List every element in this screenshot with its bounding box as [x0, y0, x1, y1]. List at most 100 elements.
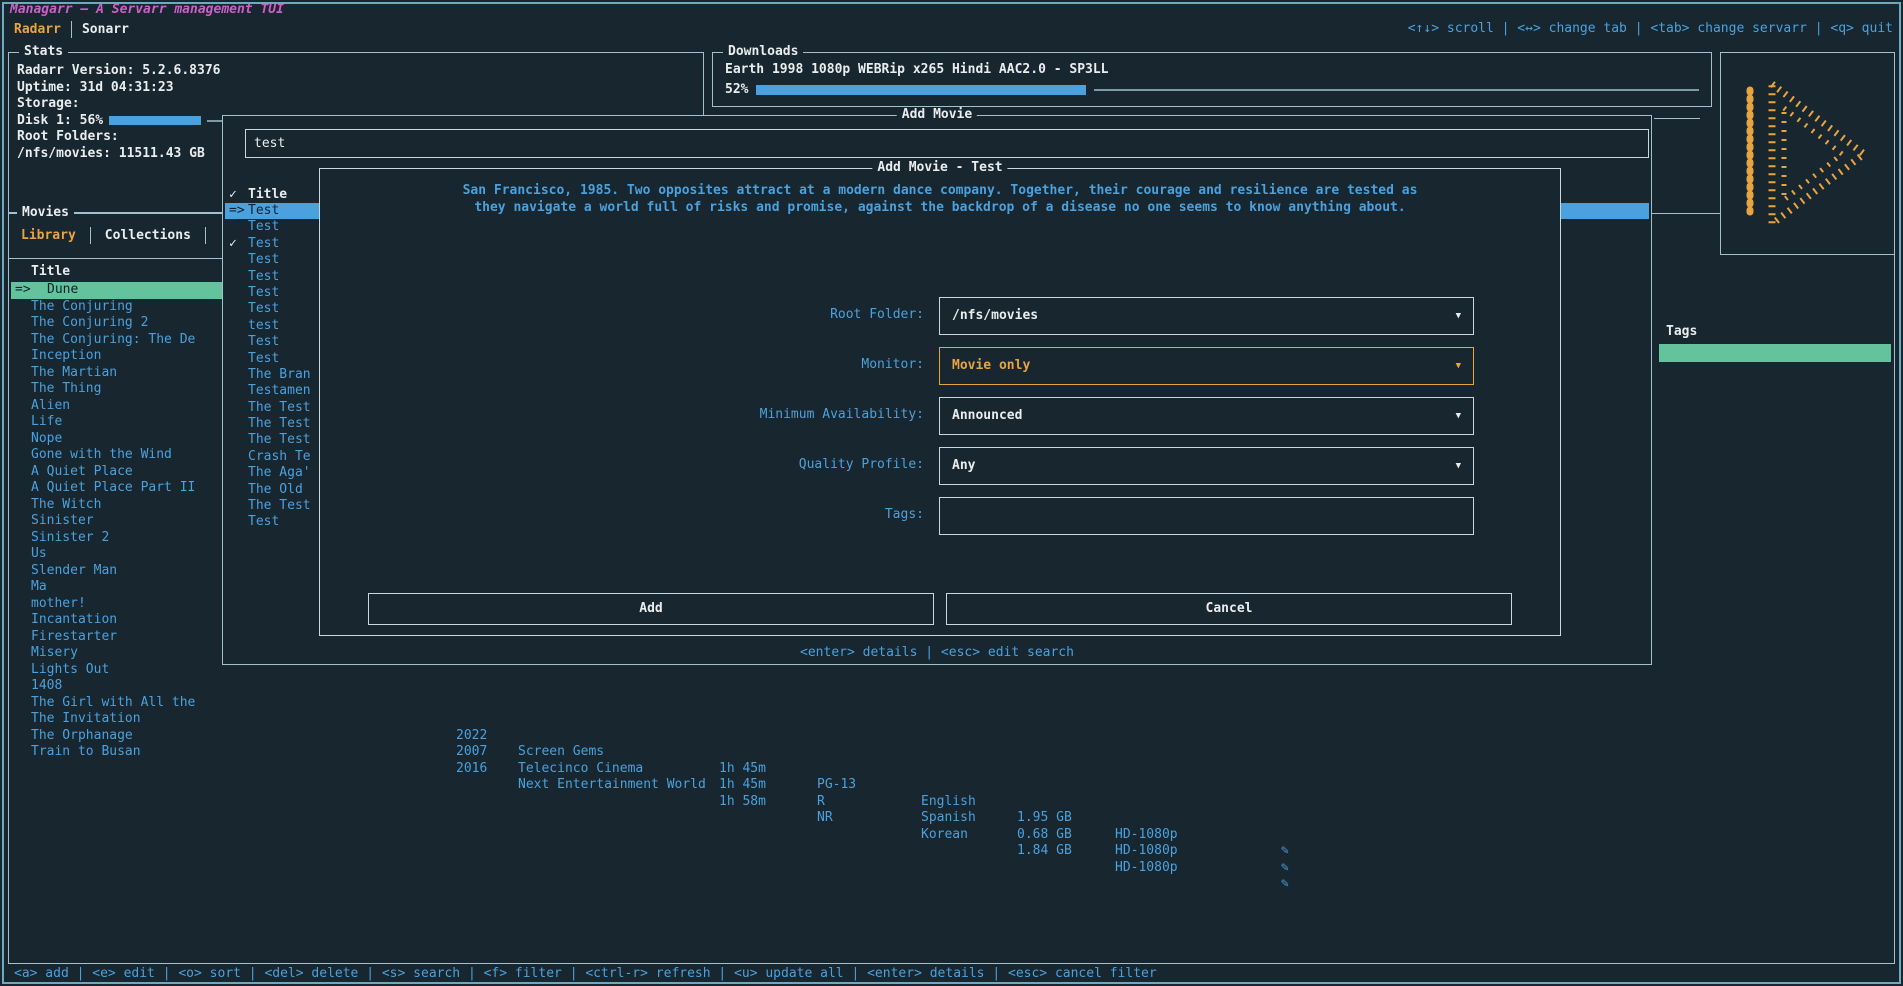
result-title: Test	[248, 334, 279, 350]
radarr-version: Radarr Version: 5.2.6.8376	[17, 63, 695, 80]
tags-input[interactable]	[939, 497, 1474, 535]
movie-title: Ma	[31, 579, 47, 596]
downloads-panel-title: Downloads	[723, 44, 803, 60]
movie-title: The Girl with All the	[31, 695, 195, 712]
add-movie-modal-title: Add Movie - Test	[872, 160, 1007, 176]
add-button[interactable]: Add	[368, 593, 934, 625]
result-title: Crash Te	[248, 449, 311, 465]
tab-radarr[interactable]: Radarr	[14, 22, 61, 37]
result-title: Test	[248, 252, 279, 268]
tabs-divider-line	[9, 258, 234, 259]
edit-pencil-icon: ✎	[1281, 843, 1289, 860]
movie-row[interactable]: The Martian	[11, 365, 233, 382]
movie-row[interactable]: Firestarter	[11, 629, 233, 646]
add-movie-popup-title: Add Movie	[897, 107, 977, 123]
movie-row[interactable]: mother!	[11, 596, 233, 613]
cell-language: English	[921, 794, 976, 811]
result-title: test	[248, 318, 279, 334]
cell-size: 1.84 GB	[1017, 843, 1072, 860]
result-title: The Test	[248, 432, 311, 448]
table-row[interactable]: 2022 Screen Gems 1h 45m PG-13 English 1.…	[9, 711, 1892, 728]
movie-row[interactable]: The Girl with All the	[11, 695, 233, 712]
movie-row[interactable]: The Conjuring: The De	[11, 332, 233, 349]
cell-language: Korean	[921, 827, 968, 844]
selected-row-tags-cell[interactable]	[1659, 344, 1891, 362]
cell-certification: R	[817, 794, 825, 811]
title-column-header: Title	[31, 264, 70, 279]
result-title: The Bran	[248, 367, 311, 383]
tab-collections[interactable]: Collections	[99, 228, 197, 243]
cell-runtime: 1h 45m	[719, 761, 766, 778]
quality-profile-select[interactable]: Any ▼	[939, 447, 1474, 485]
movie-row[interactable]: Misery	[11, 645, 233, 662]
movie-title: The Conjuring: The De	[31, 332, 195, 349]
tab-divider	[205, 227, 206, 244]
movie-row[interactable]: Gone with the Wind	[11, 447, 233, 464]
tags-label: Tags:	[320, 507, 924, 522]
cancel-button[interactable]: Cancel	[946, 593, 1512, 625]
chevron-down-icon: ▼	[1456, 348, 1461, 384]
movie-row[interactable]: Inception	[11, 348, 233, 365]
tab-divider	[90, 227, 91, 244]
root-folder-value: /nfs/movies	[940, 298, 1473, 334]
movie-title: Dune	[47, 282, 78, 299]
movie-row[interactable]: Incantation	[11, 612, 233, 629]
tab-library[interactable]: Library	[15, 228, 82, 243]
movie-row[interactable]: The Witch	[11, 497, 233, 514]
cell-quality-profile: HD-1080p	[1115, 827, 1178, 844]
movie-row[interactable]: 1408	[11, 678, 233, 695]
add-movie-popup: Add Movie ✓ Title =>Test Test ✓Test Test…	[222, 115, 1652, 665]
add-movie-modal: Add Movie - Test San Francisco, 1985. Tw…	[319, 168, 1561, 636]
in-library-column-header: ✓	[229, 187, 237, 203]
bottom-keybinds-bar: <a> add | <e> edit | <o> sort | <del> de…	[2, 964, 1901, 984]
movie-row[interactable]: Ma	[11, 579, 233, 596]
movie-title: mother!	[31, 596, 86, 613]
movie-row[interactable]: Nope	[11, 431, 233, 448]
movie-row[interactable]: A Quiet Place	[11, 464, 233, 481]
disk-usage-label: Disk 1: 56%	[17, 113, 103, 130]
movie-row[interactable]: A Quiet Place Part II	[11, 480, 233, 497]
cell-size: 1.95 GB	[1017, 810, 1072, 827]
selection-marker: =>	[15, 282, 31, 299]
root-folder-select[interactable]: /nfs/movies ▼	[939, 297, 1474, 335]
modal-buttons: Add Cancel	[368, 593, 1512, 625]
movie-row[interactable]: The Conjuring 2	[11, 315, 233, 332]
table-row[interactable]: 2016 Next Entertainment World 1h 58m NR …	[9, 744, 1892, 761]
movie-row[interactable]: Life	[11, 414, 233, 431]
movie-title: Misery	[31, 645, 78, 662]
movie-row[interactable]: The Conjuring	[11, 299, 233, 316]
minimum-availability-select[interactable]: Announced ▼	[939, 397, 1474, 435]
movie-row[interactable]: Sinister	[11, 513, 233, 530]
movie-row[interactable]: Us	[11, 546, 233, 563]
overview-line: San Francisco, 1985. Two opposites attra…	[336, 182, 1544, 199]
movie-row[interactable]: Alien	[11, 398, 233, 415]
movie-row[interactable]: Sinister 2	[11, 530, 233, 547]
result-title: Test	[248, 236, 279, 252]
movies-tabbar: Library Collections	[15, 226, 206, 244]
movie-row[interactable]: The Thing	[11, 381, 233, 398]
popup-keybinds-help: <enter> details | <esc> edit search	[223, 645, 1651, 660]
cell-quality-profile: HD-1080p	[1115, 860, 1178, 877]
movie-row[interactable]: Slender Man	[11, 563, 233, 580]
chevron-down-icon: ▼	[1456, 448, 1461, 484]
movie-search-input[interactable]	[246, 130, 1648, 157]
result-title: The Old	[248, 482, 303, 498]
play-logo-icon	[1738, 74, 1878, 234]
movie-list[interactable]: => Dune The Conjuring The Conjuring 2 The…	[11, 282, 233, 761]
tab-sonarr[interactable]: Sonarr	[82, 22, 129, 37]
movie-title: Alien	[31, 398, 70, 415]
movie-title: The Martian	[31, 365, 117, 382]
table-row[interactable]: 2007 Telecinco Cinema 1h 45m R Spanish 0…	[9, 728, 1892, 745]
bottom-keybinds-help: <a> add | <e> edit | <o> sort | <del> de…	[14, 966, 1157, 981]
result-title: Testamen	[248, 383, 311, 399]
minimum-availability-value: Announced	[940, 398, 1473, 434]
edit-pencil-icon: ✎	[1281, 876, 1289, 893]
movie-title: A Quiet Place	[31, 464, 133, 481]
movie-row-selected[interactable]: => Dune	[11, 282, 233, 299]
cell-runtime: 1h 58m	[719, 794, 766, 811]
movie-row[interactable]: Lights Out	[11, 662, 233, 679]
movie-title: The Conjuring 2	[31, 315, 148, 332]
cell-quality-profile: HD-1080p	[1115, 843, 1178, 860]
monitor-select[interactable]: Movie only ▼	[939, 347, 1474, 385]
movie-title: Inception	[31, 348, 101, 365]
